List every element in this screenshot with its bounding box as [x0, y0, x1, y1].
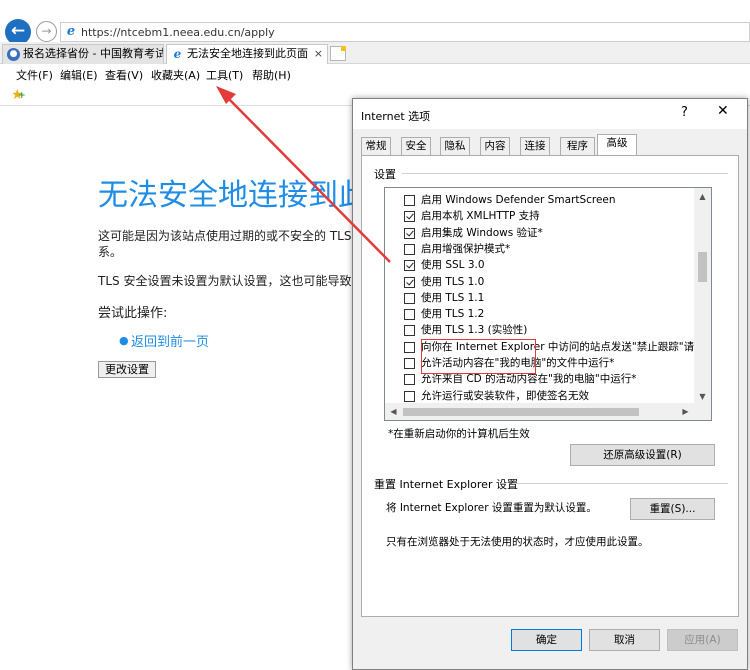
page-title: 无法安全地连接到此: [98, 178, 368, 213]
url-text: https://ntcebm1.neea.edu.cn/apply: [81, 26, 275, 39]
scroll-right-icon[interactable]: ▶: [677, 403, 694, 420]
setting-label: 启用本机 XMLHTTP 支持: [421, 210, 540, 223]
url-field[interactable]: e https://ntcebm1.neea.edu.cn/apply: [60, 22, 750, 42]
group-divider: [402, 173, 728, 174]
tab-general[interactable]: 常规: [361, 137, 391, 155]
internet-options-dialog: Internet 选项 ? ✕ 常规 安全 隐私 内容 连接 程序 高级 设置 …: [352, 98, 748, 670]
setting-label: 使用 TLS 1.3 (实验性): [421, 324, 528, 337]
checkbox[interactable]: [404, 276, 415, 288]
reset-button[interactable]: 重置(S)...: [630, 498, 715, 520]
new-tab-icon[interactable]: [330, 46, 346, 61]
scroll-left-icon[interactable]: ◀: [385, 403, 402, 420]
tab-content[interactable]: 内容: [480, 137, 510, 155]
tab-cannot-connect[interactable]: e 无法安全地连接到此页面 ×: [166, 44, 328, 64]
go-back-link[interactable]: 返回到前一页: [131, 331, 209, 350]
setting-label: 启用增强保护模式*: [421, 242, 511, 255]
menu-bar: 文件(F) 编辑(E) 查看(V) 收藏夹(A) 工具(T) 帮助(H): [0, 64, 750, 84]
error-description-cont: 系。: [98, 245, 123, 259]
dialog-titlebar: Internet 选项 ? ✕: [353, 99, 747, 129]
vertical-scrollbar[interactable]: ▲ ▼: [694, 188, 711, 405]
tls-settings-note: TLS 安全设置未设置为默认设置，这也可能导致: [98, 274, 352, 288]
error-description: 这可能是因为该站点使用过期的或不安全的 TLS: [98, 229, 352, 243]
checkbox[interactable]: [404, 260, 415, 272]
settings-list-item[interactable]: 使用 TLS 1.0: [385, 274, 695, 290]
checkbox[interactable]: [404, 243, 415, 255]
address-bar-area: ← → e https://ntcebm1.neea.edu.cn/apply: [0, 0, 750, 45]
reset-description: 将 Internet Explorer 设置重置为默认设置。: [386, 502, 597, 514]
ok-button[interactable]: 确定: [511, 629, 582, 651]
tab-label: 无法安全地连接到此页面: [187, 47, 308, 60]
checkbox[interactable]: [404, 358, 415, 369]
settings-list-item[interactable]: 启用增强保护模式*: [385, 241, 695, 257]
settings-group-label: 设置: [374, 168, 396, 181]
menu-help[interactable]: 帮助(H): [252, 67, 291, 83]
settings-list-item[interactable]: 允许运行或安装软件，即使签名无效: [385, 388, 695, 404]
menu-file[interactable]: 文件(F): [16, 67, 53, 83]
forward-arrow-icon[interactable]: →: [36, 21, 57, 42]
settings-list-item[interactable]: 使用 SSL 3.0: [385, 257, 695, 273]
close-tab-icon[interactable]: ×: [314, 45, 323, 63]
tab-connections[interactable]: 连接: [520, 137, 550, 155]
tab-security[interactable]: 安全: [401, 137, 431, 155]
try-this-heading: 尝试此操作:: [98, 306, 168, 321]
setting-label: 使用 SSL 3.0: [421, 259, 485, 272]
reset-group-label: 重置 Internet Explorer 设置: [374, 478, 518, 491]
group-divider: [512, 483, 728, 484]
tab-choose-province[interactable]: ● 报名选择省份 - 中国教育考试网: [2, 44, 164, 64]
dialog-title: Internet 选项: [361, 110, 431, 123]
checkbox[interactable]: [404, 390, 415, 402]
tab-privacy[interactable]: 隐私: [440, 137, 470, 155]
menu-tools[interactable]: 工具(T): [206, 67, 243, 83]
apply-button[interactable]: 应用(A): [667, 629, 738, 651]
menu-edit[interactable]: 编辑(E): [60, 67, 98, 83]
settings-list-item[interactable]: 启用集成 Windows 验证*: [385, 225, 695, 241]
setting-label: 启用集成 Windows 验证*: [421, 226, 543, 239]
settings-list-item[interactable]: 启用 Windows Defender SmartScreen: [385, 192, 695, 208]
settings-list-item[interactable]: 使用 TLS 1.3 (实验性): [385, 322, 695, 338]
setting-label: 启用 Windows Defender SmartScreen: [421, 194, 616, 206]
checkbox[interactable]: [404, 292, 415, 304]
settings-list-item[interactable]: 启用本机 XMLHTTP 支持: [385, 208, 695, 224]
checkbox[interactable]: [404, 309, 415, 321]
tab-strip: ● 报名选择省份 - 中国教育考试网 e 无法安全地连接到此页面 ×: [0, 42, 750, 64]
scroll-thumb[interactable]: [698, 252, 707, 282]
checkbox[interactable]: [404, 325, 415, 337]
horizontal-scrollbar[interactable]: ◀ ▶: [385, 403, 711, 420]
setting-label: 使用 TLS 1.0: [421, 275, 485, 288]
setting-label: 使用 TLS 1.2: [421, 308, 485, 321]
checkbox[interactable]: [404, 227, 415, 239]
checkbox[interactable]: [404, 195, 415, 206]
scroll-up-icon[interactable]: ▲: [694, 188, 711, 205]
tab-advanced[interactable]: 高级: [597, 134, 637, 155]
setting-label: 使用 TLS 1.1: [421, 291, 485, 304]
site-favicon-icon: ●: [7, 48, 20, 61]
bullet-icon: ●: [119, 334, 129, 347]
tab-programs[interactable]: 程序: [560, 137, 595, 155]
dialog-tabs: 常规 安全 隐私 内容 连接 程序 高级: [361, 134, 741, 155]
restart-note: *在重新启动你的计算机后生效: [388, 428, 530, 440]
advanced-settings-list[interactable]: 启用 Windows Defender SmartScreen 启用本机 XMLH…: [384, 187, 712, 421]
ie-logo-icon: e: [171, 48, 184, 61]
checkbox[interactable]: [404, 211, 415, 223]
change-settings-button[interactable]: 更改设置: [98, 361, 156, 378]
checkbox[interactable]: [404, 374, 415, 386]
add-favorite-star-icon[interactable]: ★: [11, 87, 25, 103]
settings-list-item[interactable]: 使用 TLS 1.2: [385, 306, 695, 322]
tab-label: 报名选择省份 - 中国教育考试网: [23, 47, 164, 60]
cancel-button[interactable]: 取消: [589, 629, 660, 651]
setting-label: 允许运行或安装软件，即使签名无效: [421, 389, 589, 402]
checkbox[interactable]: [404, 341, 415, 353]
menu-favorites[interactable]: 收藏夹(A): [151, 67, 200, 83]
advanced-tab-panel: 设置 启用 Windows Defender SmartScreen 启用本机 X…: [361, 155, 739, 617]
menu-view[interactable]: 查看(V): [105, 67, 143, 83]
ie-logo-icon: e: [66, 24, 76, 39]
ssl-tls-highlight-box: [421, 339, 536, 374]
close-icon[interactable]: ✕: [717, 103, 729, 119]
help-icon[interactable]: ?: [681, 105, 688, 120]
hscroll-thumb[interactable]: [403, 408, 639, 416]
settings-list-item[interactable]: 使用 TLS 1.1: [385, 290, 695, 306]
restore-advanced-settings-button[interactable]: 还原高级设置(R): [570, 444, 715, 466]
reset-warning: 只有在浏览器处于无法使用的状态时，才应使用此设置。: [386, 536, 649, 548]
